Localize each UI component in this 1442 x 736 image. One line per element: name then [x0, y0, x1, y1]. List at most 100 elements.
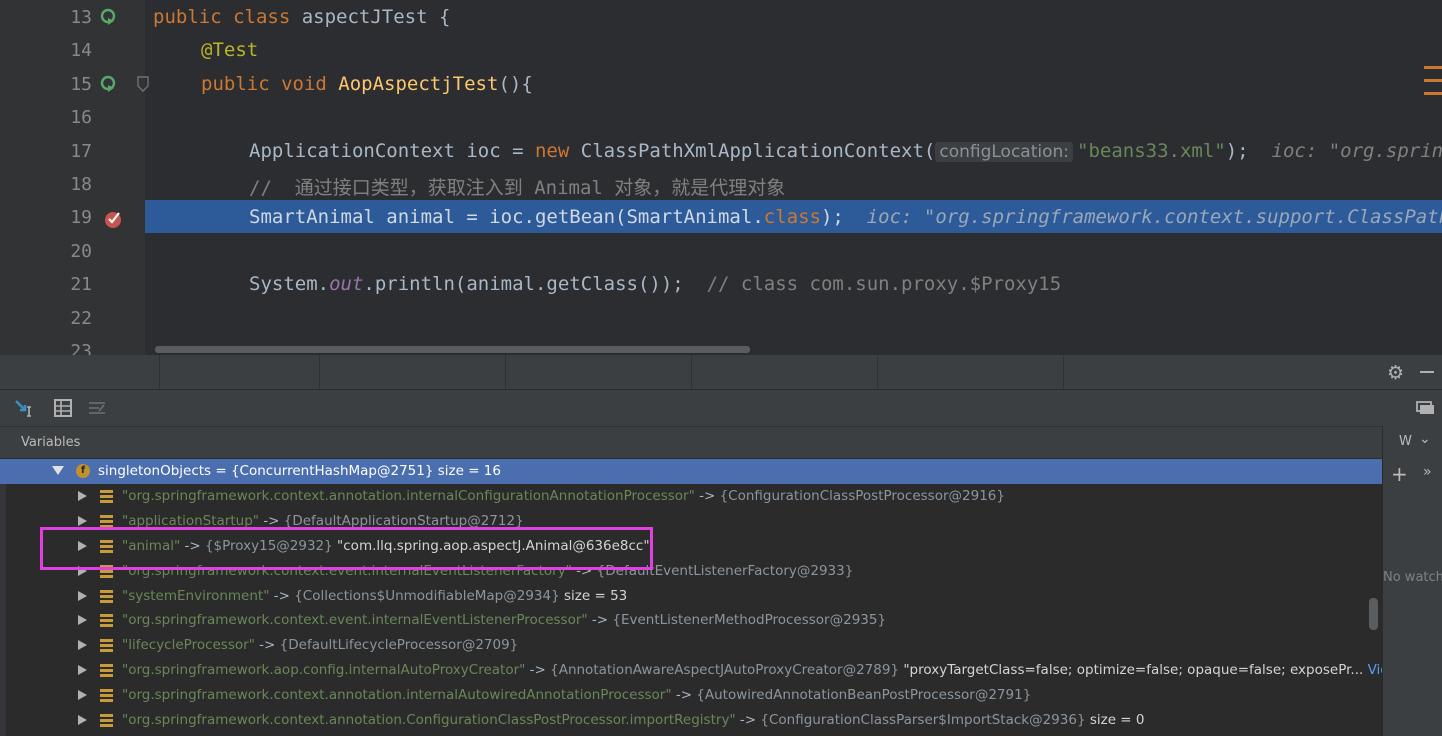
expand-arrow-icon[interactable] [78, 690, 87, 701]
tree-row-text: "lifecycleProcessor" -> {DefaultLifecycl… [122, 637, 518, 653]
gutter-line[interactable]: 17 [0, 134, 145, 167]
breakpoint-icon[interactable] [104, 209, 124, 229]
tree-row-map-entry[interactable]: "org.springframework.context.annotation.… [0, 683, 1382, 708]
code-line[interactable] [145, 301, 1442, 334]
tree-row-text: "applicationStartup" -> {DefaultApplicat… [122, 513, 524, 529]
debug-tab[interactable] [692, 355, 878, 390]
add-watch-icon[interactable]: + [1391, 462, 1408, 486]
debug-tab[interactable] [878, 355, 1064, 390]
map-entry-icon [100, 689, 113, 703]
map-entry-icon [100, 639, 113, 653]
entry-key: "animal" [122, 537, 181, 554]
debug-tab[interactable] [506, 355, 692, 390]
watches-panel[interactable]: W ⌄ + » No watches [1382, 426, 1442, 736]
code-text: SmartAnimal animal = ioc.getBean(SmartAn… [249, 206, 1442, 228]
code-editor[interactable]: 13 14 15 16 17 18 19 20 21 22 23 public class aspe… [0, 0, 1442, 355]
vertical-scrollbar[interactable] [1369, 598, 1378, 630]
minimize-icon[interactable] [1420, 371, 1434, 373]
expand-arrow-icon[interactable] [78, 590, 87, 601]
gutter-line[interactable]: 20 [0, 234, 145, 267]
trace-icon[interactable] [87, 398, 107, 418]
code-token-inlay: ioc: "org.springframework.context.suppor… [1271, 139, 1442, 162]
collapse-arrow-icon[interactable] [52, 466, 64, 475]
gutter-line[interactable]: 22 [0, 301, 145, 334]
run-test-icon[interactable] [100, 8, 118, 26]
debug-tab[interactable] [320, 355, 506, 390]
watches-tab-label[interactable]: W [1399, 434, 1412, 449]
map-entry-icon [100, 539, 113, 553]
expand-arrow-icon[interactable] [78, 715, 87, 725]
code-token-static: out [329, 273, 364, 296]
expand-arrow-icon[interactable] [78, 665, 87, 676]
settings-gear-icon[interactable]: ⚙ [1387, 362, 1404, 384]
code-line[interactable] [145, 234, 1442, 267]
arrow-operator: -> [525, 662, 551, 679]
tree-row-text: singletonObjects = {ConcurrentHashMap@27… [98, 463, 501, 479]
gutter-line[interactable]: 13 [0, 0, 145, 33]
entry-key: "org.springframework.context.event.inter… [122, 562, 572, 579]
tree-row-map-entry[interactable]: "org.springframework.context.event.inter… [0, 559, 1382, 584]
code-line[interactable]: public void AopAspectjTest(){ [145, 67, 1442, 100]
expand-arrow-icon[interactable] [78, 565, 87, 576]
variables-tree[interactable]: f singletonObjects = {ConcurrentHashMap@2… [0, 458, 1382, 736]
tree-row-map-entry[interactable]: "systemEnvironment" -> {Collections$Unmo… [0, 584, 1382, 609]
code-line[interactable]: @Test [145, 33, 1442, 66]
tree-row-map-entry[interactable]: "animal" -> {$Proxy15@2932} "com.llq.spr… [0, 534, 1382, 559]
error-stripe[interactable] [1424, 66, 1442, 105]
entry-reference: {DefaultApplicationStartup@2712} [283, 512, 524, 529]
tree-row-text: "org.springframework.context.event.inter… [122, 563, 853, 579]
gutter-line[interactable]: 16 [0, 100, 145, 133]
arrow-operator: -> [671, 687, 697, 704]
arrow-operator: -> [735, 712, 761, 728]
gutter-line[interactable]: 14 [0, 33, 145, 66]
tree-row-map-entry[interactable]: "org.springframework.context.annotation.… [0, 708, 1382, 733]
tree-row-map-entry[interactable]: "applicationStartup" -> {DefaultApplicat… [0, 509, 1382, 534]
evaluate-expression-icon[interactable] [53, 398, 73, 418]
gutter-line[interactable]: 23 [0, 334, 145, 355]
expand-arrow-icon[interactable] [78, 515, 87, 526]
arrow-operator: -> [180, 537, 205, 554]
expand-arrow-icon[interactable] [78, 490, 87, 501]
line-number: 17 [70, 140, 92, 162]
chevron-down-icon[interactable]: ⌄ [1419, 431, 1431, 447]
view-link[interactable]: View [1368, 662, 1382, 678]
tree-row-map-entry[interactable]: "org.springframework.context.annotation.… [0, 484, 1382, 509]
tree-row-map-entry[interactable]: "org.springframework.context.event.inter… [0, 608, 1382, 633]
current-execution-line[interactable]: SmartAnimal animal = ioc.getBean(SmartAn… [145, 200, 1442, 234]
entry-key: "org.springframework.context.annotation.… [122, 687, 672, 704]
gutter-line[interactable]: 21 [0, 267, 145, 300]
tree-row-map-entry[interactable]: "lifecycleProcessor" -> {DefaultLifecycl… [0, 633, 1382, 658]
debug-tab[interactable] [0, 355, 160, 390]
gutter-line[interactable]: 18 [0, 167, 145, 200]
arrow-operator: -> [587, 612, 613, 629]
expand-arrow-icon[interactable] [78, 615, 87, 626]
code-line[interactable]: ApplicationContext ioc = new ClassPathXm… [145, 134, 1442, 167]
code-text: public class aspectJTest { [153, 6, 450, 28]
entry-key: "org.springframework.context.annotation.… [122, 487, 695, 504]
tree-row-text: "org.springframework.context.event.inter… [122, 612, 886, 628]
arrow-operator: -> [254, 637, 280, 654]
tree-row-text: "animal" -> {$Proxy15@2932} "com.llq.spr… [122, 538, 650, 554]
code-line[interactable]: public class aspectJTest { [145, 0, 1442, 33]
run-test-icon[interactable] [100, 75, 118, 93]
more-icon[interactable]: » [1423, 464, 1432, 480]
tree-row-map-entry[interactable]: "org.springframework.aop.config.internal… [0, 658, 1382, 683]
line-number: 14 [70, 40, 92, 62]
entry-key: "applicationStartup" [122, 512, 259, 529]
horizontal-scrollbar[interactable] [155, 346, 750, 353]
map-entry-icon [100, 614, 113, 628]
code-line[interactable]: // 通过接口类型，获取注入到 Animal 对象，就是代理对象 [145, 167, 1442, 200]
expand-arrow-icon[interactable] [78, 640, 87, 651]
gutter-line[interactable]: 15 [0, 67, 149, 100]
tree-row-singleton-objects[interactable]: f singletonObjects = {ConcurrentHashMap@2… [0, 459, 1382, 484]
code-line[interactable]: System.out.println(animal.getClass()); /… [145, 267, 1442, 300]
editor-gutter[interactable]: 13 14 15 16 17 18 19 20 21 22 23 [0, 0, 149, 355]
entry-key: "systemEnvironment" [122, 587, 270, 604]
gutter-line[interactable]: 19 [0, 200, 145, 233]
expand-arrow-icon[interactable] [78, 540, 87, 551]
show-execution-point-icon[interactable] [14, 398, 34, 418]
layout-options-icon[interactable] [1416, 398, 1436, 418]
code-token-kw: public void [201, 72, 339, 95]
debug-tab[interactable] [160, 355, 320, 390]
code-line[interactable] [145, 100, 1442, 133]
